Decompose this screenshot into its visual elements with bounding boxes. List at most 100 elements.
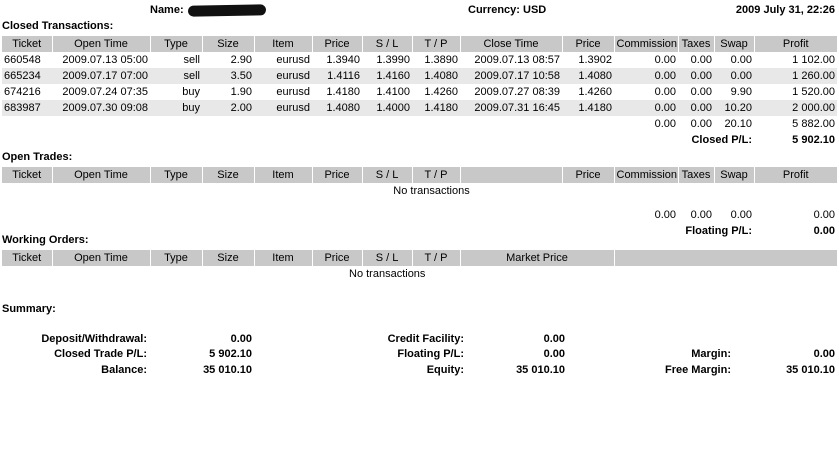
open-total-taxes: 0.00: [690, 209, 712, 221]
free-margin-label: Free Margin:: [664, 364, 731, 376]
col-header-orders-9: [614, 250, 837, 266]
table-cell: 1.4080: [312, 100, 362, 116]
table-cell: 2009.07.17 10:58: [460, 68, 562, 84]
table-row: 660548 2009.07.13 05:00 sell 2.90 eurusd 1.39…: [2, 52, 837, 68]
table-cell: sell: [150, 68, 202, 84]
table-cell: 10.20: [714, 100, 754, 116]
col-header-closed-2: Type: [150, 36, 203, 52]
col-header-closed-6: S / L: [362, 36, 413, 52]
col-header-open-5: Price: [312, 167, 363, 183]
table-cell: 1.4260: [424, 86, 458, 98]
table-cell: 0.00: [614, 68, 678, 84]
table-cell: 1.4000: [362, 100, 412, 116]
col-header-orders-5: Price: [312, 250, 363, 266]
table-cell: 1 102.00: [792, 54, 835, 66]
table-cell: 0.00: [654, 86, 676, 98]
col-header-open-10: Commission: [614, 167, 679, 183]
col-header-open-0: Ticket: [2, 167, 53, 183]
col-header-orders-0: Ticket: [2, 250, 53, 266]
redacted-name: [187, 3, 266, 17]
table-cell: 0.00: [690, 86, 712, 98]
table-cell: 2009.07.30 09:08: [52, 100, 150, 116]
col-header-open-13: Profit: [754, 167, 837, 183]
name-field: Name:: [150, 3, 266, 17]
table-cell: 1.4180: [412, 100, 460, 116]
col-header-orders-2: Type: [150, 250, 203, 266]
table-cell: 674216: [4, 86, 41, 98]
col-header-closed-3: Size: [202, 36, 255, 52]
table-cell: 0.00: [654, 54, 676, 66]
col-header-orders-1: Open Time: [52, 250, 151, 266]
closed-header-row: Ticket Open Time Type Size Item Price S / LT /…: [2, 36, 837, 52]
table-cell: 2009.07.27 08:39: [474, 86, 560, 98]
table-cell: eurusd: [254, 100, 312, 116]
floating-pl-summary-value: 0.00: [543, 348, 565, 360]
col-header-open-8: [460, 167, 563, 183]
credit-facility-value: 0.00: [543, 333, 565, 345]
table-cell: 1.4116: [312, 68, 362, 84]
table-cell: 2009.07.17 07:00: [52, 68, 150, 84]
orders-header-row: Ticket Open Time Type Size Item Price S / LT /…: [2, 250, 837, 266]
table-row: 683987 2009.07.30 09:08 buy 2.00 eurusd 1.408…: [2, 100, 837, 116]
orders-empty-note: No transactions: [349, 268, 426, 280]
col-header-open-11: Taxes: [678, 167, 715, 183]
summary-title: Summary:: [2, 303, 56, 315]
col-header-open-12: Swap: [714, 167, 755, 183]
balance-value: 35 010.10: [203, 364, 252, 376]
col-header-orders-4: Item: [254, 250, 313, 266]
table-cell: 0.00: [678, 68, 714, 84]
col-header-closed-10: Commission: [614, 36, 679, 52]
col-header-open-9: Price: [562, 167, 615, 183]
table-cell: 0.00: [730, 54, 752, 66]
col-header-open-7: T / P: [412, 167, 461, 183]
col-header-orders-7: T / P: [412, 250, 461, 266]
col-header-orders-3: Size: [202, 250, 255, 266]
table-cell: buy: [150, 100, 202, 116]
equity-label: Equity:: [426, 364, 464, 376]
table-cell: sell: [183, 54, 200, 66]
closed-total-swap: 20.10: [724, 118, 752, 130]
free-margin-value: 35 010.10: [786, 364, 835, 376]
table-cell: 2.90: [230, 54, 252, 66]
col-header-orders-6: S / L: [362, 250, 413, 266]
col-header-closed-11: Taxes: [678, 36, 715, 52]
closed-transactions-title: Closed Transactions:: [2, 20, 114, 32]
working-orders-title: Working Orders:: [2, 234, 89, 246]
open-total-commission: 0.00: [654, 209, 676, 221]
deposit-value: 0.00: [230, 333, 252, 345]
report-datetime: 2009 July 31, 22:26: [735, 4, 835, 16]
col-header-closed-7: T / P: [412, 36, 461, 52]
working-orders-table: Ticket Open Time Type Size Item Price S / LT /…: [2, 250, 837, 282]
col-header-open-4: Item: [254, 167, 313, 183]
col-header-closed-0: Ticket: [2, 36, 53, 52]
col-header-open-3: Size: [202, 167, 255, 183]
table-row: 674216 2009.07.24 07:35 buy 1.90 eurusd 1.418…: [2, 84, 837, 100]
table-cell: 1.4080: [412, 68, 460, 84]
col-header-closed-1: Open Time: [52, 36, 151, 52]
table-cell: 1.4180: [562, 100, 614, 116]
floating-pl-label: Floating P/L:: [685, 225, 752, 237]
deposit-label: Deposit/Withdrawal:: [41, 333, 147, 345]
closed-pl-label: Closed P/L:: [691, 134, 752, 146]
table-cell: 665234: [2, 68, 52, 84]
closed-transactions-table: Ticket Open Time Type Size Item Price S / LT /…: [2, 36, 837, 148]
balance-label: Balance:: [101, 364, 147, 376]
name-label: Name:: [150, 4, 184, 16]
table-cell: 0.00: [678, 100, 714, 116]
col-header-closed-9: Price: [562, 36, 615, 52]
table-cell: 660548: [4, 54, 41, 66]
col-header-closed-5: Price: [312, 36, 363, 52]
table-cell: 1.4160: [362, 68, 412, 84]
margin-value: 0.00: [813, 348, 835, 360]
open-empty-note: No transactions: [393, 185, 470, 197]
table-cell: 0.00: [614, 100, 678, 116]
col-header-closed-12: Swap: [714, 36, 755, 52]
table-cell: 0.00: [714, 68, 754, 84]
table-cell: eurusd: [276, 86, 310, 98]
table-cell: eurusd: [276, 54, 310, 66]
col-header-open-1: Open Time: [52, 167, 151, 183]
open-total-swap: 0.00: [730, 209, 752, 221]
table-cell: 2.00: [202, 100, 254, 116]
closed-trade-pl-label: Closed Trade P/L:: [54, 348, 147, 360]
col-header-orders-8: Market Price: [460, 250, 615, 266]
